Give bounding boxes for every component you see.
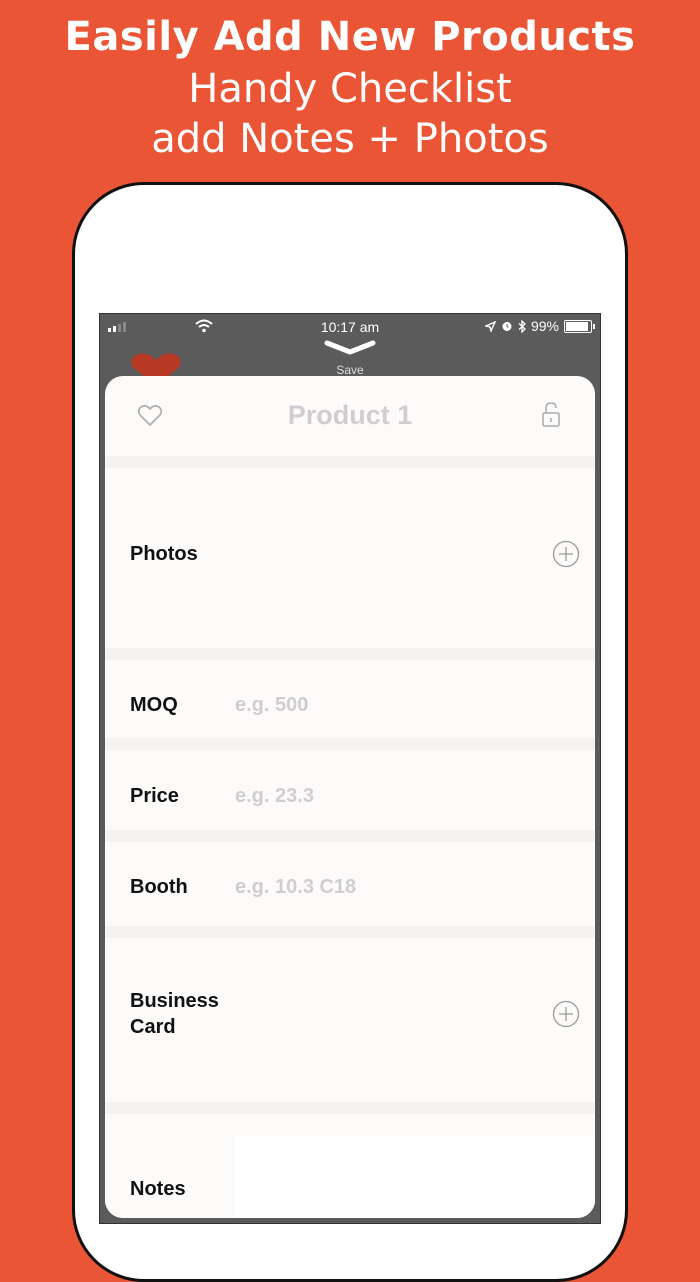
banner-subline-1: Handy Checklist	[188, 66, 512, 112]
chevron-down-icon	[324, 340, 376, 355]
moq-input[interactable]: e.g. 500	[235, 694, 308, 717]
notes-textarea[interactable]	[235, 1136, 595, 1218]
page-title[interactable]: Product 1	[105, 400, 595, 431]
bluetooth-icon	[518, 319, 526, 333]
business-card-label-1: Business	[130, 990, 219, 1012]
booth-row: Booth e.g. 10.3 C18	[105, 842, 595, 926]
location-arrow-icon	[484, 320, 496, 332]
add-business-card-icon[interactable]	[552, 1000, 580, 1028]
alarm-icon	[502, 322, 512, 331]
add-photo-icon[interactable]	[552, 540, 580, 568]
battery-percent: 99%	[530, 318, 559, 334]
photos-label: Photos	[130, 543, 198, 565]
booth-input[interactable]: e.g. 10.3 C18	[235, 876, 356, 899]
price-row: Price e.g. 23.3	[105, 750, 595, 830]
price-input[interactable]: e.g. 23.3	[235, 785, 314, 808]
save-button[interactable]: Save	[100, 363, 600, 377]
moq-label: MOQ	[130, 694, 178, 716]
battery-icon	[564, 319, 595, 333]
banner-headline: Easily Add New Products	[64, 14, 636, 60]
product-sheet: Product 1 Photos MOQ e.g. 500 Price e.g.…	[105, 376, 595, 1218]
save-handle[interactable]: Save	[100, 340, 600, 398]
business-card-label-2: Card	[130, 1016, 176, 1038]
booth-label: Booth	[130, 876, 188, 898]
unlock-icon[interactable]	[541, 402, 561, 428]
notes-label: Notes	[130, 1178, 186, 1200]
status-bar: 10:17 am 99%	[100, 314, 600, 340]
price-label: Price	[130, 785, 179, 807]
moq-row: MOQ e.g. 500	[105, 660, 595, 738]
business-card-row[interactable]: Business Card	[105, 938, 595, 1102]
phone-screen: 10:17 am 99% Save Product 1 Photos MOQ e…	[99, 313, 601, 1224]
banner-subline-2: add Notes + Photos	[151, 116, 549, 162]
photos-row[interactable]: Photos	[105, 468, 595, 648]
sheet-header: Product 1	[105, 376, 595, 456]
